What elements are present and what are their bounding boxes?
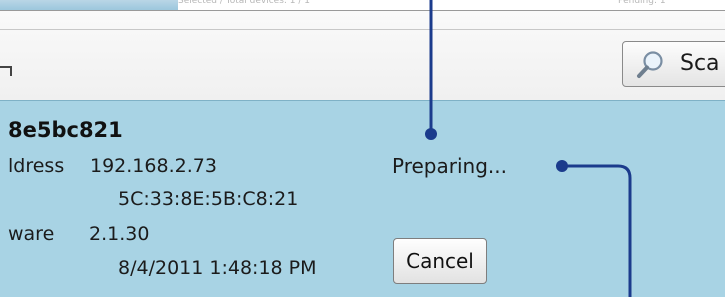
cancel-button[interactable]: Cancel [393, 238, 487, 284]
toolbar-divider [0, 29, 725, 30]
address-label: ldress [8, 155, 65, 177]
ip-address-value: 192.168.2.73 [90, 155, 217, 177]
scan-toolbar: Sca [0, 10, 725, 100]
update-status-text: Preparing... [392, 154, 507, 178]
firmware-version-value: 2.1.30 [89, 223, 150, 245]
device-panel[interactable]: 8e5bc821 ldress 192.168.2.73 5C:33:8E:5B… [0, 100, 725, 297]
device-count-text: Selected / Total devices: 1 / 1 [178, 0, 310, 6]
window-corner [0, 66, 12, 76]
scan-button-label: Sca [680, 51, 720, 76]
title-strip: Selected / Total devices: 1 / 1 Pending:… [0, 0, 725, 10]
magnifier-icon [637, 51, 663, 78]
window-status-line: Selected / Total devices: 1 / 1 Pending:… [178, 0, 725, 10]
device-name: 8e5bc821 [8, 118, 123, 142]
pending-count-text: Pending: 1 [618, 0, 666, 6]
scan-button[interactable]: Sca [622, 41, 725, 87]
mac-address-value: 5C:33:8E:5B:C8:21 [118, 188, 299, 210]
firmware-date-value: 8/4/2011 1:48:18 PM [118, 257, 317, 279]
firmware-label: ware [8, 223, 55, 245]
